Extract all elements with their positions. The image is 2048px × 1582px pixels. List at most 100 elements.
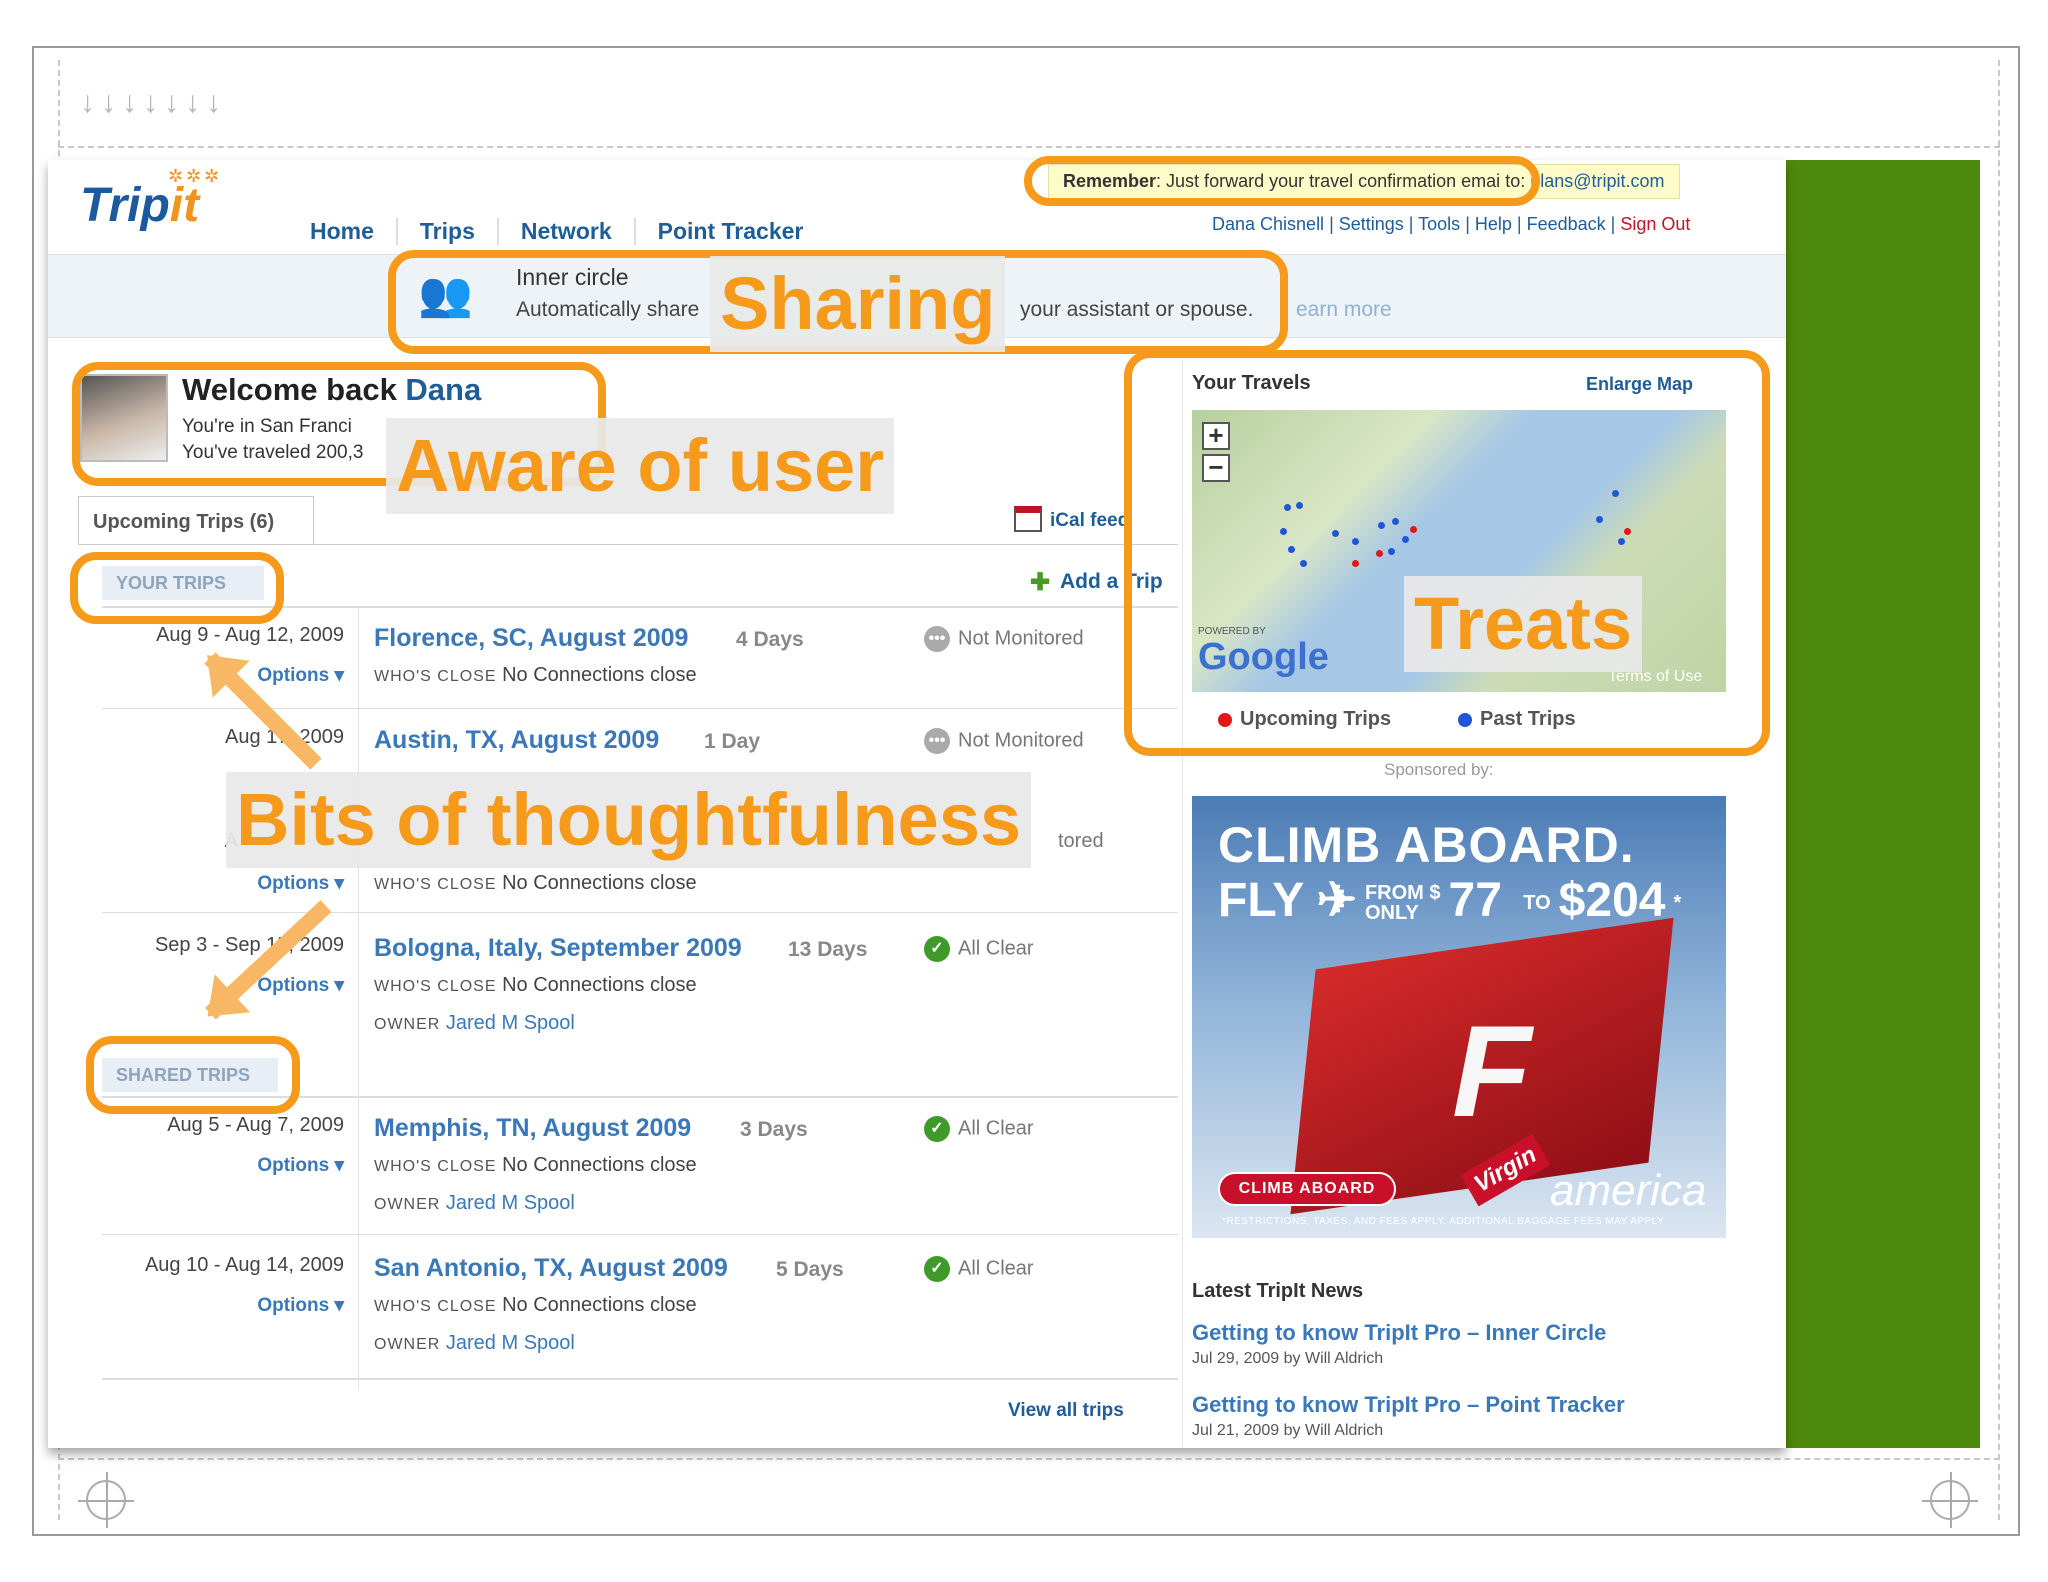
guide-line-top xyxy=(58,146,2000,148)
calendar-icon xyxy=(1014,506,1042,532)
ad-fine-print: *RESTRICTIONS, TAXES, AND FEES APPLY. AD… xyxy=(1222,1216,1665,1227)
annotation-sharing: Sharing xyxy=(710,256,1006,352)
whos-close: WHO'S CLOSE No Connections close xyxy=(374,872,697,895)
ad-price-line: FLY ✈ FROM $ ONLY 77 TO $204 * xyxy=(1218,872,1689,928)
trip-dates: Aug 10 - Aug 14, 2009 xyxy=(144,1254,344,1276)
trip-status-text: tored xyxy=(1058,830,1104,852)
trip-duration: 3 Days xyxy=(740,1118,808,1141)
trip-duration: 1 Day xyxy=(704,730,761,753)
whos-close: WHO'S CLOSE No Connections close xyxy=(374,1154,697,1177)
highlight-your-trips xyxy=(70,552,284,624)
tools-link[interactable]: Tools xyxy=(1418,214,1460,234)
trip-name-link[interactable]: Bologna, Italy, September 2009 xyxy=(374,934,742,963)
ad-price-low: 77 xyxy=(1448,874,1502,927)
owner-label: OWNER xyxy=(374,1196,441,1213)
plus-icon: ✚ xyxy=(1030,569,1051,596)
ad-headline: CLIMB ABOARD. xyxy=(1218,817,1635,873)
checkmark-icon: ✓ xyxy=(924,936,950,962)
whos-close-label: WHO'S CLOSE xyxy=(374,978,497,995)
feedback-link[interactable]: Feedback xyxy=(1527,214,1606,234)
trip-status: ✓ All Clear xyxy=(924,1256,1034,1282)
separator: | xyxy=(1511,214,1527,234)
climb-aboard-button[interactable]: CLIMB ABOARD xyxy=(1218,1172,1396,1206)
trip-options-menu[interactable]: Options ▾ xyxy=(94,1154,344,1177)
trip-dates: Aug 5 - Aug 7, 2009 xyxy=(167,1114,344,1136)
guide-line-bottom xyxy=(58,1458,2000,1460)
trips-bottom-divider xyxy=(102,1378,1178,1380)
virgin-flag-logo: F xyxy=(1452,998,1532,1144)
annotation-aware-of-user: Aware of user xyxy=(386,418,895,514)
tripit-logo[interactable]: Tripit xyxy=(80,178,199,233)
whos-close: WHO'S CLOSE No Connections close xyxy=(374,1294,697,1317)
trip-status-text: Not Monitored xyxy=(958,729,1084,752)
whos-close-value: No Connections close xyxy=(502,1294,697,1316)
trip-owner: OWNER Jared M Spool xyxy=(374,1332,575,1355)
owner-link[interactable]: Jared M Spool xyxy=(446,1192,575,1214)
trip-status: ✓ All Clear xyxy=(924,1116,1034,1142)
tab-upcoming-trips[interactable]: Upcoming Trips (6) xyxy=(78,496,314,544)
trip-name-link[interactable]: Memphis, TN, August 2009 xyxy=(374,1114,691,1143)
trip-status-text: Not Monitored xyxy=(958,627,1084,650)
ad-to: TO xyxy=(1523,892,1551,915)
trip-options-menu[interactable]: Options ▾ xyxy=(94,872,344,895)
sponsor-ad[interactable]: F CLIMB ABOARD. FLY ✈ FROM $ ONLY 77 TO $204… xyxy=(1192,796,1726,1238)
nav-trips[interactable]: Trips xyxy=(398,218,499,245)
highlight-treats xyxy=(1124,350,1770,756)
trip-duration: 5 Days xyxy=(776,1258,844,1281)
highlight-remember xyxy=(1024,156,1540,206)
checkmark-icon: ✓ xyxy=(924,1116,950,1142)
green-side-panel xyxy=(1786,160,1980,1448)
sponsored-by-label: Sponsored by: xyxy=(1384,760,1494,779)
settings-link[interactable]: Settings xyxy=(1339,214,1404,234)
owner-label: OWNER xyxy=(374,1336,441,1353)
trip-status-text: All Clear xyxy=(958,1257,1034,1280)
whos-close-label: WHO'S CLOSE xyxy=(374,876,497,893)
trip-status: ✓ All Clear xyxy=(924,936,1034,962)
trip-status: ••• Not Monitored xyxy=(924,626,1084,652)
nav-point-tracker[interactable]: Point Tracker xyxy=(636,218,826,245)
crosshair-icon xyxy=(78,1472,134,1528)
trip-row-divider xyxy=(102,912,1178,913)
trip-name-link[interactable]: Austin, TX, August 2009 xyxy=(374,726,659,755)
trip-options-menu[interactable]: Options ▾ xyxy=(94,1294,344,1317)
help-link[interactable]: Help xyxy=(1475,214,1512,234)
main-nav: Home Trips Network Point Tracker xyxy=(288,218,825,245)
ical-feed-link[interactable]: iCal feed xyxy=(1050,510,1129,532)
ad-price-high: $204 xyxy=(1558,874,1666,927)
learn-more-link[interactable]: earn more xyxy=(1296,298,1392,322)
down-arrows-icon: ↓↓↓↓↓↓↓ xyxy=(80,86,227,119)
guide-line-right xyxy=(1998,60,2000,1520)
trips-column-divider xyxy=(358,608,359,1388)
view-all-trips-link[interactable]: View all trips xyxy=(1008,1400,1124,1422)
crosshair-icon xyxy=(1922,1472,1978,1528)
user-links: Dana Chisnell | Settings | Tools | Help … xyxy=(1212,214,1690,235)
sign-out-link[interactable]: Sign Out xyxy=(1620,214,1690,234)
ad-from: FROM $ xyxy=(1364,882,1441,905)
trip-owner: OWNER Jared M Spool xyxy=(374,1192,575,1215)
news-item-meta: Jul 29, 2009 by Will Aldrich xyxy=(1192,1350,1384,1367)
news-item-meta: Jul 21, 2009 by Will Aldrich xyxy=(1192,1422,1384,1439)
nav-home[interactable]: Home xyxy=(288,218,398,245)
whos-close: WHO'S CLOSE No Connections close xyxy=(374,664,697,687)
user-name-link[interactable]: Dana Chisnell xyxy=(1212,214,1324,234)
remember-email[interactable]: plans@tripit.com xyxy=(1530,171,1664,191)
trip-name-link[interactable]: San Antonio, TX, August 2009 xyxy=(374,1254,728,1283)
trip-name-link[interactable]: Florence, SC, August 2009 xyxy=(374,624,688,653)
whos-close-value: No Connections close xyxy=(502,664,697,686)
trip-row-divider xyxy=(102,1234,1178,1235)
logo-text-it: it xyxy=(169,179,200,232)
ad-brand: america xyxy=(1550,1166,1707,1215)
separator: | xyxy=(1605,214,1621,234)
annotation-treats: Treats xyxy=(1404,576,1643,672)
owner-link[interactable]: Jared M Spool xyxy=(446,1012,575,1034)
trip-status-text: All Clear xyxy=(958,1117,1034,1140)
ad-star: * xyxy=(1673,892,1682,915)
nav-network[interactable]: Network xyxy=(499,218,636,245)
plane-icon: ✈ xyxy=(1303,874,1357,927)
trip-dates: A xyxy=(48,830,238,853)
trip-duration: 4 Days xyxy=(736,628,804,651)
owner-link[interactable]: Jared M Spool xyxy=(446,1332,575,1354)
owner-label: OWNER xyxy=(374,1016,441,1033)
news-item-link[interactable]: Getting to know TripIt Pro – Point Track… xyxy=(1192,1392,1625,1418)
news-item-link[interactable]: Getting to know TripIt Pro – Inner Circl… xyxy=(1192,1320,1606,1346)
